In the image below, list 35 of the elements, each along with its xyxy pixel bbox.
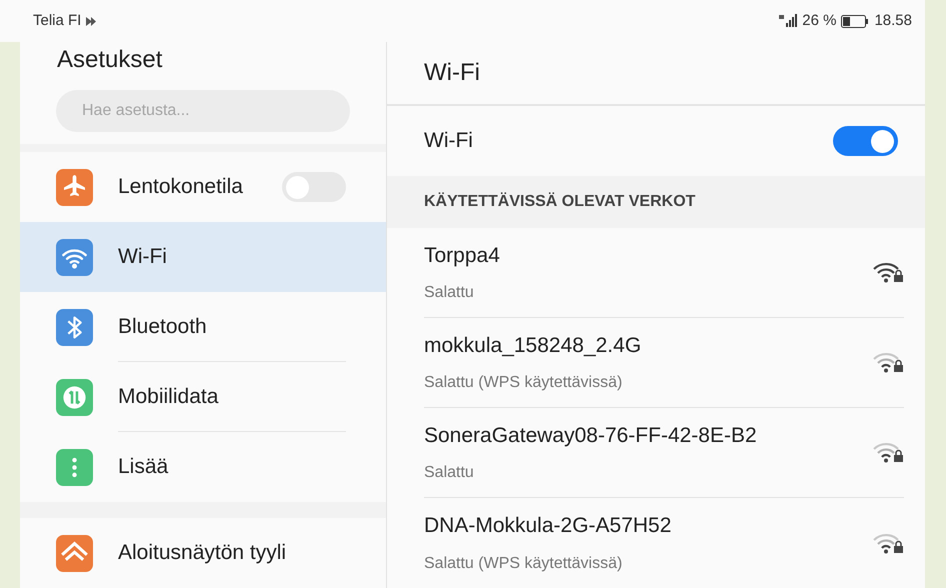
network-name: mokkula_158248_2.4G — [424, 332, 642, 359]
network-security: Salattu — [424, 463, 475, 484]
network-item[interactable]: SoneraGateway08-76-FF-42-8E-B2 Salattu — [424, 408, 904, 498]
network-item[interactable]: mokkula_158248_2.4G Salattu (WPS käytettävissä) — [424, 318, 904, 408]
network-item[interactable]: Torppa4 Salattu — [424, 228, 904, 318]
network-item[interactable]: DNA-Mokkula-2G-A57H52 Salattu (WPS käytettävissä) — [424, 498, 904, 588]
battery-icon — [841, 14, 870, 28]
settings-item[interactable]: Lentokonetila — [20, 152, 386, 222]
wifi-toggle[interactable] — [833, 126, 898, 156]
item-label: Wi-Fi — [118, 244, 168, 270]
settings-item[interactable]: Mobiilidata — [20, 362, 386, 432]
carrier-name: Telia FI — [33, 10, 82, 31]
panel-title: Wi-Fi — [424, 58, 480, 88]
network-security: Salattu (WPS käytettävissä) — [424, 373, 624, 394]
clock-time: 18.58 — [874, 10, 912, 31]
wifi-label: Wi-Fi — [424, 128, 474, 154]
settings-item[interactable]: Wi-Fi — [20, 222, 386, 292]
settings-item[interactable]: Aloitusnäytön tyyli — [20, 518, 386, 588]
network-name: SoneraGateway08-76-FF-42-8E-B2 — [424, 422, 758, 449]
settings-title: Asetukset — [57, 45, 162, 75]
network-security: Salattu — [424, 283, 475, 304]
cast-icon — [85, 16, 98, 26]
item-label: Lisää — [118, 454, 170, 480]
item-label: Mobiilidata — [118, 384, 220, 410]
settings-item[interactable]: Bluetooth — [20, 292, 386, 362]
item-label: Bluetooth — [118, 314, 208, 340]
search-field[interactable]: Hae asetusta... — [56, 90, 350, 132]
network-name: DNA-Mokkula-2G-A57H52 — [424, 513, 672, 540]
battery-percent: 26 % — [802, 10, 836, 31]
item-label: Lentokonetila — [118, 174, 244, 200]
network-security: Salattu (WPS käytettävissä) — [424, 554, 624, 574]
section-header: KÄYTETTÄVISSÄ OLEVAT VERKOT — [424, 191, 696, 212]
settings-item[interactable]: Lisää — [20, 432, 386, 502]
item-label: Aloitusnäytön tyyli — [118, 540, 288, 566]
network-name: Torppa4 — [424, 242, 501, 269]
